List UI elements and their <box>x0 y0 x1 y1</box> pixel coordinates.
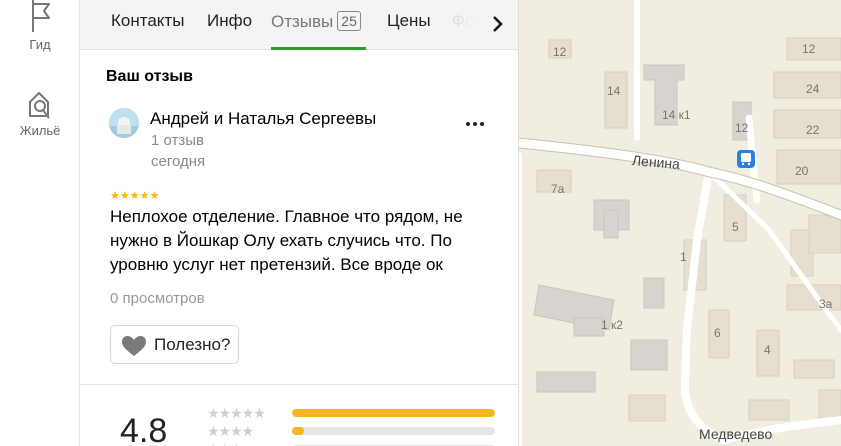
tab-prices[interactable]: Цены <box>387 11 431 31</box>
rail-item-housing[interactable]: Жильё <box>0 88 80 138</box>
map-house-number: 24 <box>806 82 820 96</box>
avatar-image <box>109 108 139 138</box>
map-house-number: 5 <box>732 220 739 234</box>
rating-row-stars: ★★★ <box>207 441 243 446</box>
rating-bar-fill <box>292 427 305 435</box>
map-house-number: 1 к2 <box>601 318 623 332</box>
map-house-number: 22 <box>806 123 820 137</box>
map-house-number: 3а <box>819 297 833 311</box>
rating-bar <box>292 427 495 435</box>
tab-contacts[interactable]: Контакты <box>111 11 184 31</box>
map-house-number: 4 <box>764 343 771 357</box>
rating-row-stars: ★★★★ <box>207 423 254 439</box>
map-house-number: 6 <box>714 326 721 340</box>
review-text: Неплохое отделение. Главное что рядом, н… <box>110 207 463 274</box>
rating-bar <box>292 409 495 417</box>
section-title: Ваш отзыв <box>106 68 193 85</box>
divider <box>80 384 518 385</box>
map-house-number: 14 <box>607 84 621 98</box>
review-author-name[interactable]: Андрей и Наталья Сергеевы <box>150 109 376 129</box>
rating-row-stars: ★★★★★ <box>207 405 266 421</box>
map-view[interactable]: 12 12 24 22 20 14 14 к1 12 7а 5 1 3а 1 к… <box>519 0 841 446</box>
tab-fade <box>440 0 485 48</box>
map-house-number: 7а <box>551 182 565 196</box>
avatar[interactable] <box>109 108 139 138</box>
flag-icon <box>32 0 50 32</box>
rail-item-label: Жильё <box>19 123 61 138</box>
useful-button-label: Полезно? <box>154 335 231 354</box>
map-house-number: 20 <box>795 164 809 178</box>
map-canvas <box>519 0 841 446</box>
active-tab-indicator <box>271 47 366 50</box>
more-options-icon[interactable] <box>460 114 490 134</box>
tab-reviews[interactable]: Отзывы 25 <box>271 11 361 32</box>
review-views: 0 просмотров <box>110 290 205 307</box>
heart-icon <box>122 336 146 356</box>
reviews-count-badge: 25 <box>337 11 361 31</box>
rail-item-guide[interactable]: Гид <box>0 0 80 52</box>
review-author-count: 1 отзыв <box>151 132 205 149</box>
map-house-number: 12 <box>735 121 749 135</box>
left-rail: Гид Жильё <box>0 0 80 446</box>
rail-item-label: Гид <box>29 37 51 52</box>
house-search-icon <box>29 92 50 119</box>
review-date: сегодня <box>151 153 206 170</box>
tab-info[interactable]: Инфо <box>207 11 252 31</box>
street-label-medvedevo: Медведево <box>699 426 773 442</box>
organization-panel: Контакты Инфо Отзывы25 Цены Фо Ваш отзыв… <box>80 0 519 446</box>
map-house-number: 1 <box>680 250 687 264</box>
bus-stop-icon <box>737 150 755 168</box>
map-house-number: 14 к1 <box>662 108 691 122</box>
useful-button[interactable]: Полезно? <box>110 325 239 364</box>
rating-bar-fill <box>292 409 495 417</box>
tab-reviews-label: Отзывы <box>271 12 334 31</box>
rating-value: 4.8 <box>120 412 168 446</box>
map-house-number: 12 <box>802 42 816 56</box>
review-stars: ★★★★★ <box>110 190 160 202</box>
chevron-right-icon[interactable] <box>485 12 509 36</box>
tab-bar: Контакты Инфо Отзывы25 Цены Фо <box>80 0 518 50</box>
map-house-number: 12 <box>553 45 567 59</box>
